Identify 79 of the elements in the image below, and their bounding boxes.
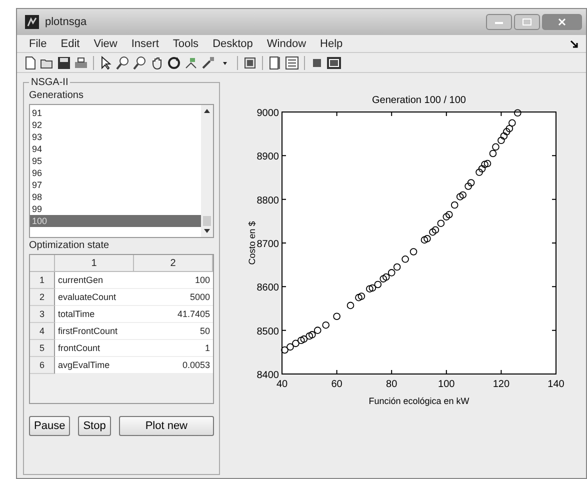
scroll-thumb[interactable]	[203, 216, 211, 226]
action-button[interactable]: Stop	[78, 416, 111, 436]
zoomin-icon[interactable]	[116, 56, 130, 70]
panel-title: NSGA-II	[30, 77, 70, 88]
data-point	[514, 109, 522, 117]
table-corner	[30, 255, 55, 272]
list-item[interactable]: 100	[30, 215, 201, 227]
tick-label: 8900	[256, 152, 279, 163]
window-title: plotnsga	[45, 16, 87, 28]
tick-label: 60	[331, 379, 342, 390]
menu-item[interactable]: Tools	[172, 38, 199, 50]
maximize-icon	[522, 18, 532, 26]
tick-label: 8600	[256, 282, 279, 294]
tick-label: 9000	[256, 108, 279, 119]
menu-item[interactable]: Insert	[131, 38, 159, 50]
table-cell: firstFrontCount	[55, 323, 134, 340]
table-cell: 0.0053	[134, 357, 213, 374]
table-cell: currentGen	[55, 272, 134, 289]
list-item[interactable]: 99	[30, 203, 201, 215]
tick-label: 8400	[256, 370, 279, 381]
table-cell: avgEvalTime	[55, 357, 134, 374]
table-cell: 100	[134, 272, 213, 289]
list-item[interactable]: 95	[30, 155, 201, 167]
new-icon[interactable]	[23, 56, 37, 70]
close-icon	[557, 18, 567, 26]
list-item[interactable]: 91	[30, 107, 201, 119]
tick-label: 8800	[256, 195, 279, 206]
tick-label: 120	[492, 379, 510, 390]
table-cell: 1	[134, 340, 213, 357]
tick-label: 80	[386, 379, 398, 390]
scroll-up-icon[interactable]	[203, 108, 211, 114]
tick-label: 8500	[256, 326, 279, 338]
save-icon[interactable]	[57, 56, 71, 70]
pan-icon[interactable]	[150, 56, 164, 70]
colorbar-icon[interactable]	[268, 56, 282, 70]
rotate-icon[interactable]	[167, 56, 181, 70]
y-axis-label: Costo en $	[247, 221, 257, 265]
table-cell: 41.7405	[134, 306, 213, 323]
table-cell: evaluateCount	[55, 289, 134, 306]
maximize-button[interactable]	[514, 14, 540, 30]
menu-item[interactable]: View	[94, 38, 118, 50]
menu-item[interactable]: Window	[266, 38, 306, 50]
list-label: Generations	[29, 90, 84, 101]
scrollbar[interactable]	[201, 105, 213, 237]
menu-item[interactable]: Help	[320, 38, 343, 50]
chart-title: Generation 100 / 100	[372, 95, 466, 106]
minimize-icon	[494, 19, 504, 25]
list-item[interactable]: 92	[30, 119, 201, 131]
table-cell: 50	[134, 323, 213, 340]
x-axis-label: Función ecológica en kW	[368, 396, 470, 406]
tick-label: 40	[276, 379, 288, 390]
print-icon[interactable]	[74, 56, 88, 70]
data-point	[333, 312, 340, 320]
minimize-button[interactable]	[486, 14, 512, 30]
scroll-down-icon[interactable]	[203, 228, 211, 234]
table-cell: totalTime	[55, 306, 134, 323]
list-item[interactable]: 96	[30, 167, 201, 179]
action-button[interactable]: Pause	[29, 416, 70, 436]
table-cell: frontCount	[55, 340, 134, 357]
legend-icon[interactable]	[285, 56, 299, 70]
list-item[interactable]: 93	[30, 131, 201, 143]
list-item[interactable]: 94	[30, 143, 201, 155]
pointer-icon[interactable]	[99, 56, 113, 70]
zoomout-icon[interactable]	[133, 56, 147, 70]
menu-item[interactable]: File	[29, 38, 47, 50]
menu-item[interactable]: Desktop	[212, 38, 253, 50]
table-cell: 5000	[134, 289, 213, 306]
app-icon	[25, 15, 39, 29]
list-item[interactable]: 98	[30, 191, 201, 203]
dock-arrow-icon[interactable]	[570, 40, 578, 48]
tick-label: 100	[438, 379, 455, 390]
close-button[interactable]	[542, 14, 582, 30]
tick-label: 140	[548, 379, 564, 390]
list-item[interactable]: 97	[30, 179, 201, 191]
table-label: Optimization state	[29, 240, 110, 251]
menu-item[interactable]: Edit	[60, 38, 80, 50]
tick-label: 8700	[256, 239, 279, 250]
brush-icon[interactable]	[201, 56, 215, 70]
plot-button[interactable]: Plot new	[118, 416, 214, 436]
